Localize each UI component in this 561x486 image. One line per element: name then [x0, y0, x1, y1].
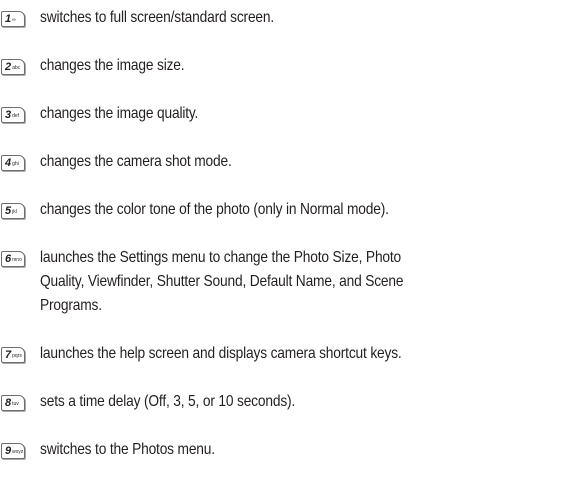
shortcut-key-list: 1 ∞ switches to full screen/standard scre… [0, 0, 561, 486]
key-6-letters: mno [12, 256, 22, 263]
key-2-number: 2 [5, 60, 12, 73]
shortcut-6-description-line-2: Quality, Viewfinder, Shutter Sound, Defa… [40, 273, 404, 290]
shortcut-6-description-line-1: launches the Settings menu to change the… [40, 249, 402, 266]
key-8-icon: 8 tuv [1, 395, 25, 411]
key-6-number: 6 [5, 252, 12, 265]
key-5-icon: 5 jkl [1, 203, 25, 219]
shortcut-5-description: changes the color tone of the photo (onl… [40, 201, 389, 218]
key-4-letters: ghi [12, 160, 19, 167]
key-3-letters: def [12, 112, 20, 119]
key-9-letters: wxyz [12, 448, 24, 455]
key-4-icon: 4 ghi [1, 155, 25, 171]
key-9-number: 9 [5, 444, 12, 457]
key-9-icon: 9 wxyz [1, 443, 25, 459]
key-1-letters: ∞ [12, 16, 16, 23]
key-3-number: 3 [5, 108, 12, 121]
shortcut-7-description: launches the help screen and displays ca… [40, 345, 402, 362]
key-7-letters: pqrs [12, 352, 22, 359]
key-7-icon: 7 pqrs [1, 347, 25, 363]
shortcut-4-description: changes the camera shot mode. [40, 153, 232, 170]
key-3-icon: 3 def [1, 107, 25, 123]
shortcut-8-description: sets a time delay (Off, 3, 5, or 10 seco… [40, 393, 296, 410]
shortcut-9-description: switches to the Photos menu. [40, 441, 215, 458]
key-8-number: 8 [5, 396, 12, 409]
key-1-number: 1 [5, 12, 12, 25]
key-8-letters: tuv [12, 400, 19, 407]
key-1-icon: 1 ∞ [1, 11, 25, 27]
key-5-letters: jkl [12, 208, 17, 215]
shortcut-6-description-line-3: Programs. [40, 297, 102, 314]
shortcut-3-description: changes the image quality. [40, 105, 199, 122]
key-4-number: 4 [5, 156, 12, 169]
key-6-icon: 6 mno [1, 251, 25, 267]
key-2-letters: abc [12, 64, 21, 71]
shortcut-1-description: switches to full screen/standard screen. [40, 9, 275, 26]
shortcut-2-description: changes the image size. [40, 57, 185, 74]
key-5-number: 5 [5, 204, 12, 217]
key-2-icon: 2 abc [1, 59, 25, 75]
key-7-number: 7 [5, 348, 12, 361]
